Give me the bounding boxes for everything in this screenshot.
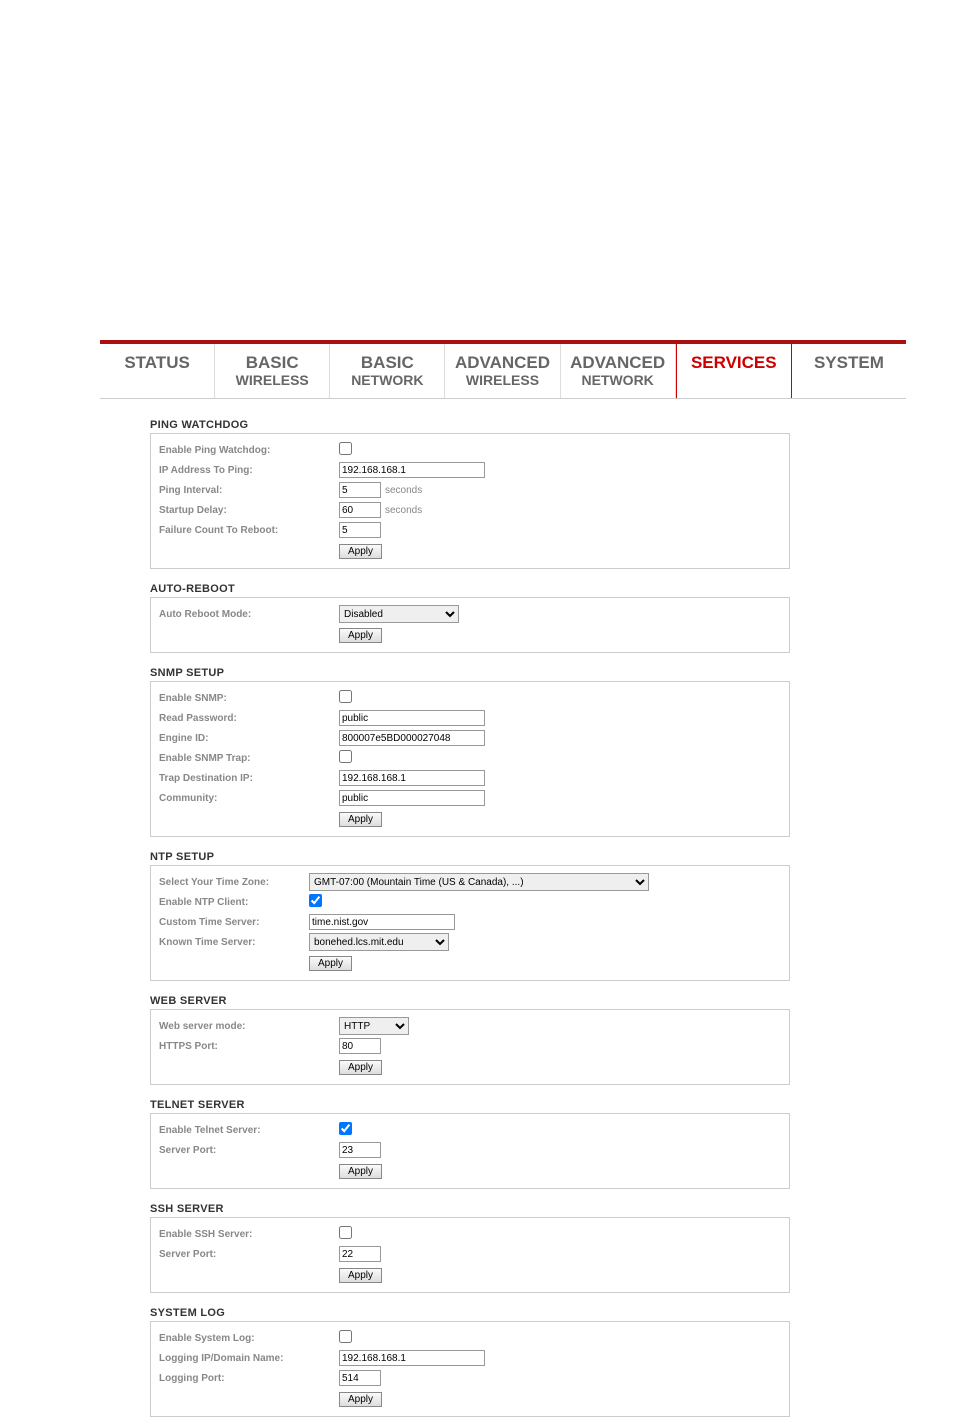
syslog-ip-input[interactable] <box>339 1350 485 1366</box>
tab-system[interactable]: SYSTEM <box>792 344 906 398</box>
ntp-box: Select Your Time Zone:GMT-07:00 (Mountai… <box>150 865 790 981</box>
web-box: Web server mode:HTTP HTTPS Port: Apply <box>150 1009 790 1085</box>
snmp-engine-label: Engine ID: <box>159 733 339 744</box>
syslog-port-label: Logging Port: <box>159 1373 339 1384</box>
web-port-label: HTTPS Port: <box>159 1041 339 1052</box>
ntp-tz-label: Select Your Time Zone: <box>159 877 309 888</box>
snmp-enable-checkbox[interactable] <box>339 690 352 703</box>
syslog-apply-button[interactable]: Apply <box>339 1392 382 1407</box>
ssh-apply-button[interactable]: Apply <box>339 1268 382 1283</box>
snmp-enable-label: Enable SNMP: <box>159 693 339 704</box>
snmp-trap-enable-label: Enable SNMP Trap: <box>159 753 339 764</box>
ping-ip-input[interactable] <box>339 462 485 478</box>
ssh-port-input[interactable] <box>339 1246 381 1262</box>
ping-interval-label: Ping Interval: <box>159 485 339 496</box>
auto-reboot-title: AUTO-REBOOT <box>150 583 790 595</box>
ssh-enable-checkbox[interactable] <box>339 1226 352 1239</box>
telnet-enable-label: Enable Telnet Server: <box>159 1125 339 1136</box>
tab-advanced-wireless[interactable]: ADVANCEDWIRELESS <box>445 344 560 398</box>
syslog-port-input[interactable] <box>339 1370 381 1386</box>
snmp-community-input[interactable] <box>339 790 485 806</box>
snmp-box: Enable SNMP: Read Password: Engine ID: E… <box>150 681 790 837</box>
syslog-enable-checkbox[interactable] <box>339 1330 352 1343</box>
snmp-title: SNMP SETUP <box>150 667 790 679</box>
ntp-custom-input[interactable] <box>309 914 455 930</box>
ping-failure-input[interactable] <box>339 522 381 538</box>
web-port-input[interactable] <box>339 1038 381 1054</box>
ntp-known-label: Known Time Server: <box>159 937 309 948</box>
telnet-enable-checkbox[interactable] <box>339 1122 352 1135</box>
ping-enable-label: Enable Ping Watchdog: <box>159 445 339 456</box>
ping-watchdog-title: PING WATCHDOG <box>150 419 790 431</box>
web-title: WEB SERVER <box>150 995 790 1007</box>
snmp-read-input[interactable] <box>339 710 485 726</box>
snmp-trap-ip-input[interactable] <box>339 770 485 786</box>
main-tabs: STATUS BASICWIRELESS BASICNETWORK ADVANC… <box>100 344 906 399</box>
telnet-title: TELNET SERVER <box>150 1099 790 1111</box>
snmp-engine-input[interactable] <box>339 730 485 746</box>
syslog-ip-label: Logging IP/Domain Name: <box>159 1353 339 1364</box>
ntp-enable-checkbox[interactable] <box>309 894 322 907</box>
ntp-tz-select[interactable]: GMT-07:00 (Mountain Time (US & Canada), … <box>309 873 649 891</box>
snmp-apply-button[interactable]: Apply <box>339 812 382 827</box>
ping-failure-label: Failure Count To Reboot: <box>159 525 339 536</box>
ssh-port-label: Server Port: <box>159 1249 339 1260</box>
ping-interval-input[interactable] <box>339 482 381 498</box>
auto-reboot-box: Auto Reboot Mode:Disabled Apply <box>150 597 790 653</box>
tab-advanced-network[interactable]: ADVANCEDNETWORK <box>561 344 676 398</box>
web-mode-label: Web server mode: <box>159 1021 339 1032</box>
ntp-known-select[interactable]: bonehed.lcs.mit.edu <box>309 933 449 951</box>
telnet-apply-button[interactable]: Apply <box>339 1164 382 1179</box>
ssh-enable-label: Enable SSH Server: <box>159 1229 339 1240</box>
ntp-enable-label: Enable NTP Client: <box>159 897 309 908</box>
ntp-custom-label: Custom Time Server: <box>159 917 309 928</box>
ping-ip-label: IP Address To Ping: <box>159 465 339 476</box>
ping-startup-label: Startup Delay: <box>159 505 339 516</box>
web-mode-select[interactable]: HTTP <box>339 1017 409 1035</box>
syslog-title: SYSTEM LOG <box>150 1307 790 1319</box>
snmp-trap-ip-label: Trap Destination IP: <box>159 773 339 784</box>
seconds-unit: seconds <box>385 505 422 516</box>
tab-basic-wireless[interactable]: BASICWIRELESS <box>215 344 330 398</box>
snmp-community-label: Community: <box>159 793 339 804</box>
tab-status[interactable]: STATUS <box>100 344 215 398</box>
seconds-unit: seconds <box>385 485 422 496</box>
snmp-read-label: Read Password: <box>159 713 339 724</box>
tab-basic-network[interactable]: BASICNETWORK <box>330 344 445 398</box>
telnet-box: Enable Telnet Server: Server Port: Apply <box>150 1113 790 1189</box>
ntp-apply-button[interactable]: Apply <box>309 956 352 971</box>
telnet-port-input[interactable] <box>339 1142 381 1158</box>
auto-mode-label: Auto Reboot Mode: <box>159 609 339 620</box>
syslog-box: Enable System Log: Logging IP/Domain Nam… <box>150 1321 790 1417</box>
ssh-title: SSH SERVER <box>150 1203 790 1215</box>
auto-mode-select[interactable]: Disabled <box>339 605 459 623</box>
tab-services[interactable]: SERVICES <box>676 344 792 398</box>
ping-enable-checkbox[interactable] <box>339 442 352 455</box>
auto-apply-button[interactable]: Apply <box>339 628 382 643</box>
web-apply-button[interactable]: Apply <box>339 1060 382 1075</box>
ping-watchdog-box: Enable Ping Watchdog: IP Address To Ping… <box>150 433 790 569</box>
ping-startup-input[interactable] <box>339 502 381 518</box>
ping-apply-button[interactable]: Apply <box>339 544 382 559</box>
ntp-title: NTP SETUP <box>150 851 790 863</box>
ssh-box: Enable SSH Server: Server Port: Apply <box>150 1217 790 1293</box>
snmp-trap-enable-checkbox[interactable] <box>339 750 352 763</box>
telnet-port-label: Server Port: <box>159 1145 339 1156</box>
syslog-enable-label: Enable System Log: <box>159 1333 339 1344</box>
